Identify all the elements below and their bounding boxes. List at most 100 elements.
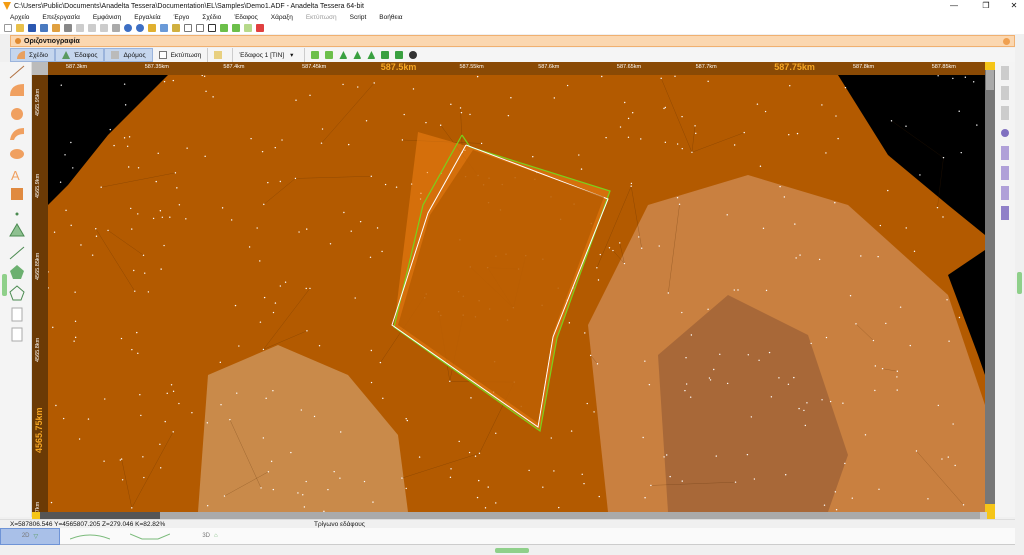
scroll-thumb[interactable] <box>986 70 994 90</box>
circle-tool-icon[interactable] <box>11 108 23 120</box>
redo-icon[interactable] <box>64 24 72 32</box>
road-end-icon[interactable] <box>1001 206 1009 220</box>
tin-vertex <box>715 455 717 457</box>
tin-vertex <box>365 120 368 122</box>
triangle-tool-icon[interactable] <box>9 223 25 237</box>
polygon-tool-icon[interactable] <box>10 265 24 279</box>
menu-script[interactable]: Script <box>350 14 367 21</box>
zoom-in-icon[interactable] <box>124 24 132 32</box>
document-icon[interactable] <box>11 307 23 322</box>
formula-icon[interactable] <box>196 24 204 32</box>
mountain-up-icon[interactable] <box>381 51 390 59</box>
terrain-select[interactable]: Έδαφος 1 [TIN] ▾ <box>233 48 306 62</box>
layer-prop-icon[interactable] <box>244 24 252 32</box>
tab-terrain[interactable]: Έδαφος <box>55 48 105 62</box>
scroll-thumb[interactable] <box>160 512 980 519</box>
curve-tool-icon[interactable] <box>10 128 24 140</box>
scroll-down-button[interactable] <box>985 504 995 512</box>
text-tool-icon[interactable]: A <box>11 168 20 183</box>
layer-icon[interactable] <box>220 24 228 32</box>
close-button[interactable]: ✕ <box>1004 0 1024 12</box>
panel-expand-handle[interactable] <box>2 274 7 296</box>
scroll-up-button[interactable] <box>985 62 995 70</box>
undo-icon[interactable] <box>52 24 60 32</box>
menu-tools[interactable]: Εργαλεία <box>134 14 160 21</box>
menu-help[interactable]: Βοήθεια <box>379 14 402 21</box>
boundary-tool-icon[interactable] <box>9 285 25 301</box>
zoom-out-icon[interactable] <box>136 24 144 32</box>
delete-icon[interactable] <box>112 24 120 32</box>
tin-vertex <box>401 139 404 141</box>
layer-edit-icon[interactable] <box>232 24 240 32</box>
menu-view[interactable]: Εμφάνιση <box>93 14 121 21</box>
find-replace-icon[interactable] <box>172 24 180 32</box>
copy-icon[interactable] <box>88 24 96 32</box>
page-icon[interactable] <box>184 24 192 32</box>
paste-icon[interactable] <box>100 24 108 32</box>
plugin-icon[interactable] <box>256 24 264 32</box>
find-icon[interactable] <box>160 24 168 32</box>
road-widen-icon[interactable] <box>1001 106 1009 120</box>
collapse-icon[interactable] <box>1003 38 1010 45</box>
scroll-right-button[interactable] <box>987 512 995 519</box>
line-tool-icon[interactable] <box>9 65 25 79</box>
bottom-panel-handle[interactable] <box>495 548 529 553</box>
right-panel-handle[interactable] <box>1017 272 1022 294</box>
crossroad-icon[interactable] <box>1001 186 1009 200</box>
tab-road[interactable]: Δρόμος <box>104 48 153 62</box>
measure-icon[interactable] <box>148 24 156 32</box>
menu-project[interactable]: Έργο <box>174 14 190 21</box>
tin-vertex <box>796 132 799 135</box>
tin-vertex <box>263 296 266 299</box>
save-as-icon[interactable] <box>40 24 48 32</box>
restore-button[interactable]: ❐ <box>976 0 996 12</box>
map-canvas[interactable] <box>48 75 985 512</box>
vertical-scrollbar[interactable] <box>985 62 995 512</box>
point-tool-icon[interactable] <box>15 212 19 216</box>
cross-section-tab[interactable] <box>120 528 180 545</box>
new-file-icon[interactable] <box>4 24 12 32</box>
junction-right-icon[interactable] <box>1001 166 1009 180</box>
horizontal-scrollbar[interactable] <box>32 512 995 519</box>
scroll-left-button[interactable] <box>32 512 40 519</box>
junction-left-icon[interactable] <box>1001 146 1009 160</box>
tin-vertex <box>60 84 62 86</box>
properties-button[interactable] <box>208 48 234 62</box>
save-icon[interactable] <box>28 24 36 32</box>
menu-alignment[interactable]: Χάραξη <box>271 14 293 21</box>
tab-drawing[interactable]: Σχέδιο <box>10 48 56 62</box>
tab-print[interactable]: Εκτύπωση <box>153 48 209 62</box>
report-icon[interactable] <box>11 327 23 342</box>
open-folder-icon[interactable] <box>16 24 24 32</box>
tin-vertex <box>159 467 162 469</box>
view-2d-tab[interactable]: 2D ▽ <box>0 527 60 545</box>
ellipse-tool-icon[interactable] <box>10 149 24 159</box>
menu-edit[interactable]: Επεξεργασία <box>42 14 79 21</box>
mountain-icon[interactable] <box>339 51 348 59</box>
tin-vertex <box>825 152 827 154</box>
tin-vertex <box>459 107 462 109</box>
tin-vertex <box>460 111 463 114</box>
menu-file[interactable]: Αρχείο <box>10 14 29 21</box>
breakline-tool-icon[interactable] <box>9 246 25 260</box>
terrain-tool-icon[interactable] <box>311 51 320 59</box>
mountain-red-icon[interactable] <box>367 51 376 59</box>
longitudinal-profile-tab[interactable] <box>60 528 120 545</box>
terrain-tin-view[interactable] <box>48 75 985 512</box>
menu-drawing[interactable]: Σχέδιο <box>202 14 221 21</box>
road-section-icon[interactable] <box>1001 86 1009 100</box>
menu-terrain[interactable]: Έδαφος <box>234 14 257 21</box>
cut-icon[interactable] <box>76 24 84 32</box>
tin-vertex <box>439 124 442 126</box>
roundabout-icon[interactable] <box>1001 129 1009 137</box>
hatch-tool-icon[interactable] <box>11 188 23 200</box>
minimize-button[interactable]: — <box>944 0 964 12</box>
road-tool-icon[interactable] <box>1001 66 1009 80</box>
arc-tool-icon[interactable] <box>10 84 24 96</box>
points-icon[interactable] <box>395 51 404 59</box>
view-3d-tab[interactable]: 3D ⌂ <box>180 528 240 545</box>
binoculars-icon[interactable] <box>409 51 418 59</box>
layout-icon[interactable] <box>208 24 216 32</box>
terrain-edit-icon[interactable] <box>325 51 334 59</box>
mountains-icon[interactable] <box>353 51 362 59</box>
